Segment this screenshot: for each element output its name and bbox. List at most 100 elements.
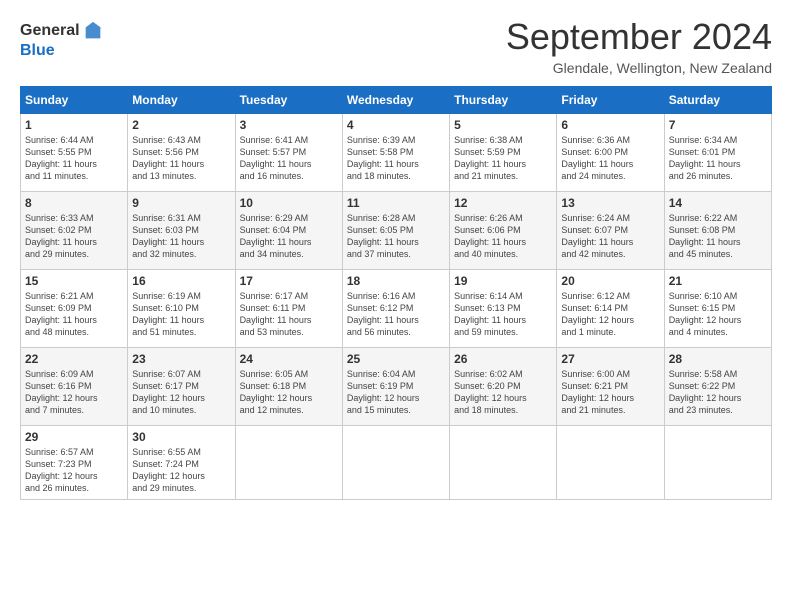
calendar-cell: 18 Sunrise: 6:16 AMSunset: 6:12 PMDaylig… <box>342 270 449 348</box>
calendar-cell: 25 Sunrise: 6:04 AMSunset: 6:19 PMDaylig… <box>342 348 449 426</box>
day-number: 26 <box>454 352 552 366</box>
calendar-cell <box>664 426 771 500</box>
calendar-cell: 26 Sunrise: 6:02 AMSunset: 6:20 PMDaylig… <box>450 348 557 426</box>
calendar-cell: 3 Sunrise: 6:41 AMSunset: 5:57 PMDayligh… <box>235 114 342 192</box>
day-number: 19 <box>454 274 552 288</box>
day-number: 28 <box>669 352 767 366</box>
day-info: Sunrise: 6:28 AMSunset: 6:05 PMDaylight:… <box>347 212 445 261</box>
day-number: 23 <box>132 352 230 366</box>
day-number: 13 <box>561 196 659 210</box>
day-number: 29 <box>25 430 123 444</box>
calendar-header-friday: Friday <box>557 87 664 114</box>
calendar-header-thursday: Thursday <box>450 87 557 114</box>
calendar-cell: 27 Sunrise: 6:00 AMSunset: 6:21 PMDaylig… <box>557 348 664 426</box>
calendar-cell: 11 Sunrise: 6:28 AMSunset: 6:05 PMDaylig… <box>342 192 449 270</box>
day-number: 7 <box>669 118 767 132</box>
calendar-cell: 4 Sunrise: 6:39 AMSunset: 5:58 PMDayligh… <box>342 114 449 192</box>
day-number: 8 <box>25 196 123 210</box>
day-number: 6 <box>561 118 659 132</box>
day-info: Sunrise: 6:41 AMSunset: 5:57 PMDaylight:… <box>240 134 338 183</box>
day-number: 30 <box>132 430 230 444</box>
logo-blue-text: Blue <box>20 42 55 60</box>
day-info: Sunrise: 6:31 AMSunset: 6:03 PMDaylight:… <box>132 212 230 261</box>
calendar-cell: 28 Sunrise: 5:58 AMSunset: 6:22 PMDaylig… <box>664 348 771 426</box>
calendar-header-saturday: Saturday <box>664 87 771 114</box>
day-info: Sunrise: 6:29 AMSunset: 6:04 PMDaylight:… <box>240 212 338 261</box>
calendar-cell: 24 Sunrise: 6:05 AMSunset: 6:18 PMDaylig… <box>235 348 342 426</box>
calendar-cell: 22 Sunrise: 6:09 AMSunset: 6:16 PMDaylig… <box>21 348 128 426</box>
calendar-cell: 15 Sunrise: 6:21 AMSunset: 6:09 PMDaylig… <box>21 270 128 348</box>
day-info: Sunrise: 6:07 AMSunset: 6:17 PMDaylight:… <box>132 368 230 417</box>
day-number: 21 <box>669 274 767 288</box>
day-number: 27 <box>561 352 659 366</box>
day-info: Sunrise: 6:04 AMSunset: 6:19 PMDaylight:… <box>347 368 445 417</box>
day-info: Sunrise: 6:09 AMSunset: 6:16 PMDaylight:… <box>25 368 123 417</box>
header: General Blue September 2024 Glendale, We… <box>20 16 772 76</box>
day-info: Sunrise: 6:21 AMSunset: 6:09 PMDaylight:… <box>25 290 123 339</box>
day-info: Sunrise: 6:05 AMSunset: 6:18 PMDaylight:… <box>240 368 338 417</box>
calendar-cell: 30 Sunrise: 6:55 AMSunset: 7:24 PMDaylig… <box>128 426 235 500</box>
day-number: 3 <box>240 118 338 132</box>
location-text: Glendale, Wellington, New Zealand <box>506 60 772 76</box>
day-info: Sunrise: 6:12 AMSunset: 6:14 PMDaylight:… <box>561 290 659 339</box>
calendar-cell: 29 Sunrise: 6:57 AMSunset: 7:23 PMDaylig… <box>21 426 128 500</box>
calendar-cell: 1 Sunrise: 6:44 AMSunset: 5:55 PMDayligh… <box>21 114 128 192</box>
calendar-cell: 6 Sunrise: 6:36 AMSunset: 6:00 PMDayligh… <box>557 114 664 192</box>
calendar-cell: 2 Sunrise: 6:43 AMSunset: 5:56 PMDayligh… <box>128 114 235 192</box>
calendar-header-monday: Monday <box>128 87 235 114</box>
title-section: September 2024 Glendale, Wellington, New… <box>506 16 772 76</box>
day-number: 2 <box>132 118 230 132</box>
calendar-cell <box>235 426 342 500</box>
day-info: Sunrise: 6:00 AMSunset: 6:21 PMDaylight:… <box>561 368 659 417</box>
day-info: Sunrise: 6:39 AMSunset: 5:58 PMDaylight:… <box>347 134 445 183</box>
calendar-cell: 12 Sunrise: 6:26 AMSunset: 6:06 PMDaylig… <box>450 192 557 270</box>
calendar-cell: 20 Sunrise: 6:12 AMSunset: 6:14 PMDaylig… <box>557 270 664 348</box>
calendar-header-tuesday: Tuesday <box>235 87 342 114</box>
day-number: 9 <box>132 196 230 210</box>
calendar-cell: 23 Sunrise: 6:07 AMSunset: 6:17 PMDaylig… <box>128 348 235 426</box>
day-number: 22 <box>25 352 123 366</box>
calendar-cell <box>557 426 664 500</box>
day-info: Sunrise: 6:44 AMSunset: 5:55 PMDaylight:… <box>25 134 123 183</box>
day-number: 24 <box>240 352 338 366</box>
day-info: Sunrise: 6:33 AMSunset: 6:02 PMDaylight:… <box>25 212 123 261</box>
day-number: 18 <box>347 274 445 288</box>
day-info: Sunrise: 6:43 AMSunset: 5:56 PMDaylight:… <box>132 134 230 183</box>
calendar-cell: 13 Sunrise: 6:24 AMSunset: 6:07 PMDaylig… <box>557 192 664 270</box>
logo-general-text: General <box>20 22 80 40</box>
day-info: Sunrise: 6:36 AMSunset: 6:00 PMDaylight:… <box>561 134 659 183</box>
day-info: Sunrise: 6:57 AMSunset: 7:23 PMDaylight:… <box>25 446 123 495</box>
calendar-cell <box>450 426 557 500</box>
day-info: Sunrise: 6:19 AMSunset: 6:10 PMDaylight:… <box>132 290 230 339</box>
calendar-header-sunday: Sunday <box>21 87 128 114</box>
calendar-cell: 5 Sunrise: 6:38 AMSunset: 5:59 PMDayligh… <box>450 114 557 192</box>
day-info: Sunrise: 6:17 AMSunset: 6:11 PMDaylight:… <box>240 290 338 339</box>
day-number: 15 <box>25 274 123 288</box>
day-number: 11 <box>347 196 445 210</box>
day-number: 5 <box>454 118 552 132</box>
day-number: 4 <box>347 118 445 132</box>
calendar-header-row: SundayMondayTuesdayWednesdayThursdayFrid… <box>21 87 772 114</box>
day-info: Sunrise: 6:10 AMSunset: 6:15 PMDaylight:… <box>669 290 767 339</box>
day-info: Sunrise: 6:24 AMSunset: 6:07 PMDaylight:… <box>561 212 659 261</box>
day-info: Sunrise: 6:34 AMSunset: 6:01 PMDaylight:… <box>669 134 767 183</box>
calendar-cell: 8 Sunrise: 6:33 AMSunset: 6:02 PMDayligh… <box>21 192 128 270</box>
day-info: Sunrise: 6:38 AMSunset: 5:59 PMDaylight:… <box>454 134 552 183</box>
calendar-cell: 17 Sunrise: 6:17 AMSunset: 6:11 PMDaylig… <box>235 270 342 348</box>
calendar-cell: 9 Sunrise: 6:31 AMSunset: 6:03 PMDayligh… <box>128 192 235 270</box>
day-number: 10 <box>240 196 338 210</box>
day-info: Sunrise: 6:22 AMSunset: 6:08 PMDaylight:… <box>669 212 767 261</box>
calendar-header-wednesday: Wednesday <box>342 87 449 114</box>
logo: General Blue <box>20 20 104 60</box>
calendar-cell: 10 Sunrise: 6:29 AMSunset: 6:04 PMDaylig… <box>235 192 342 270</box>
calendar-cell: 14 Sunrise: 6:22 AMSunset: 6:08 PMDaylig… <box>664 192 771 270</box>
day-number: 16 <box>132 274 230 288</box>
day-number: 25 <box>347 352 445 366</box>
month-title: September 2024 <box>506 16 772 58</box>
logo-icon <box>82 20 104 42</box>
day-number: 20 <box>561 274 659 288</box>
day-number: 14 <box>669 196 767 210</box>
day-info: Sunrise: 6:14 AMSunset: 6:13 PMDaylight:… <box>454 290 552 339</box>
day-info: Sunrise: 6:02 AMSunset: 6:20 PMDaylight:… <box>454 368 552 417</box>
calendar-cell: 16 Sunrise: 6:19 AMSunset: 6:10 PMDaylig… <box>128 270 235 348</box>
